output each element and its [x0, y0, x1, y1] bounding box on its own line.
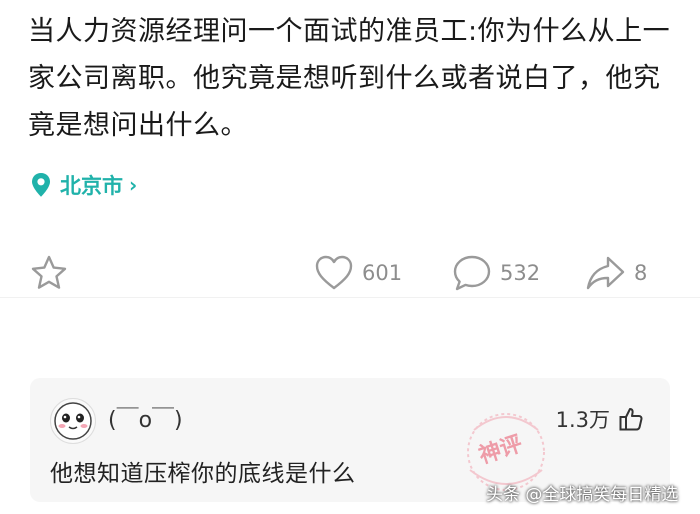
avatar[interactable]: [50, 398, 96, 444]
location-pin-icon: [32, 173, 50, 197]
comment-text: 他想知道压榨你的底线是什么: [50, 461, 356, 487]
favorite-button[interactable]: [28, 252, 70, 294]
heart-icon: [315, 255, 353, 290]
comment-like-button[interactable]: 1.3万: [556, 404, 644, 434]
location-link[interactable]: 北京市 ›: [30, 170, 137, 200]
divider: [0, 297, 700, 298]
comment-username[interactable]: (￣o￣): [108, 402, 183, 434]
comment-bubble-icon: [453, 255, 491, 291]
watermark: 头条 @全球搞笑每日精选: [486, 485, 679, 505]
star-icon: [31, 255, 67, 289]
post-actions: 601 532 8: [0, 252, 700, 298]
thumbs-up-icon: [619, 408, 643, 431]
like-count: 601: [362, 261, 403, 285]
comment-button[interactable]: 532: [450, 252, 540, 294]
post-text: 当人力资源经理问一个面试的准员工:你为什么从上一家公司离职。他究竟是想听到什么或…: [28, 16, 671, 141]
like-button[interactable]: 601: [312, 252, 402, 294]
share-button[interactable]: 8: [584, 252, 647, 294]
smiley-avatar-icon: [54, 402, 92, 440]
comment-like-count: 1.3万: [555, 408, 610, 432]
comment-count: 532: [500, 261, 541, 285]
location-label: 北京市: [60, 174, 123, 198]
chevron-right-icon: ›: [129, 173, 138, 197]
share-count: 8: [634, 261, 648, 285]
share-arrow-icon: [586, 256, 625, 290]
